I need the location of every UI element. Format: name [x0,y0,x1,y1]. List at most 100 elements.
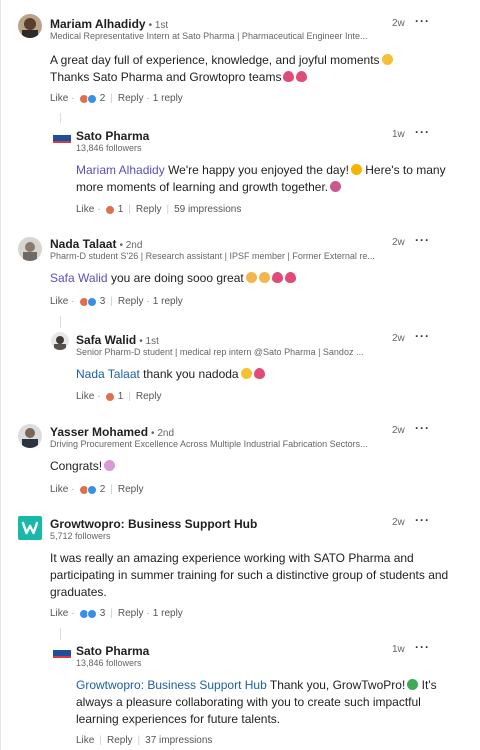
comment-actions: Like · 2 | Reply [50,484,144,495]
timestamp: 1w [392,129,405,140]
like-button[interactable]: Like [50,296,68,307]
comments-feed: Mariam Alhadidy • 1st Medical Representat… [0,0,480,750]
reactions-summary[interactable]: 1 [104,204,123,215]
timestamp: 2w [392,425,405,436]
commenter-name[interactable]: Sato Pharma [76,129,149,143]
commenter-name[interactable]: Sato Pharma [76,644,149,658]
heart-eyes-emoji-icon [283,71,295,82]
more-options-icon[interactable]: ··· [415,640,430,654]
impressions-link[interactable]: 37 impressions [145,735,212,746]
heart-emoji-icon [253,368,265,379]
heart-reaction-icon [104,391,115,402]
mention-link[interactable]: Growtwopro: Business Support Hub [76,678,267,692]
reactions-summary[interactable]: 3 [78,608,105,619]
comment-actions: Like · 3 | Reply · 1 reply [50,296,183,307]
heart-emoji-icon [271,272,283,283]
timestamp: 2w [392,237,405,248]
commenter-headline: Senior Pharm-D student | medical rep int… [76,347,364,357]
like-button[interactable]: Like [50,93,68,104]
commenter-name[interactable]: Mariam Alhadidy • 1st [50,17,168,31]
like-button[interactable]: Like [76,204,94,215]
more-options-icon[interactable]: ··· [415,513,430,527]
commenter-name[interactable]: Yasser Mohamed • 2nd [50,425,174,439]
smile-emoji-icon [381,54,393,65]
timestamp: 2w [392,517,405,528]
replies-link[interactable]: 1 reply [153,608,183,619]
green-heart-emoji-icon [407,679,419,690]
clap-emoji-icon [245,272,257,283]
sun-emoji-icon [350,164,362,175]
comment-text: Growtwopro: Business Support Hub Thank y… [76,678,437,726]
reactions-summary[interactable]: 2 [78,93,105,104]
avatar-mariam[interactable] [18,14,42,38]
like-reaction-icon [86,484,97,495]
thread-line [60,113,61,123]
avatar-safa-walid[interactable] [51,332,69,350]
commenter-headline: Driving Procurement Excellence Across Mu… [50,439,368,449]
thread-line [60,316,61,328]
more-options-icon[interactable]: ··· [415,329,430,343]
avatar-sato-pharma[interactable] [51,643,73,663]
like-button[interactable]: Like [50,608,68,619]
reactions-summary[interactable]: 2 [78,484,105,495]
comment-actions: Like · 2 | Reply · 1 reply [50,93,183,104]
comment-text: Mariam Alhadidy We're happy you enjoyed … [76,163,446,194]
comment-actions: Like · 1 | Reply | 59 impressions [76,204,242,215]
mention-link[interactable]: Nada Talaat [76,367,140,381]
mention-link[interactable]: Safa Walid [50,271,108,285]
like-button[interactable]: Like [50,484,68,495]
timestamp: 2w [392,333,405,344]
reply-button[interactable]: Reply [107,735,133,746]
more-options-icon[interactable]: ··· [415,125,430,139]
like-button[interactable]: Like [76,391,94,402]
clap-emoji-icon [258,272,270,283]
like-reaction-icon [86,93,97,104]
more-options-icon[interactable]: ··· [415,233,430,247]
follower-count: 13,846 followers [76,143,142,153]
mention-link[interactable]: Mariam Alhadidy [76,163,165,177]
comment-text: Nada Talaat thank you nadoda [76,366,446,383]
commenter-name[interactable]: Nada Talaat • 2nd [50,237,142,251]
avatar-yasser-mohamed[interactable] [18,424,42,448]
avatar-growtwopro[interactable] [18,516,42,540]
like-reaction-icon [86,296,97,307]
comment-actions: Like · 1 | Reply [76,391,162,402]
comment-actions: Like · 3 | Reply · 1 reply [50,608,183,619]
follower-count: 5,712 followers [50,531,111,541]
heart-emoji-icon [296,71,308,82]
comment-actions: Like | Reply | 37 impressions [76,735,213,746]
reply-button[interactable]: Reply [118,296,144,307]
heart-emoji-icon [284,272,296,283]
replies-link[interactable]: 1 reply [153,93,183,104]
impressions-link[interactable]: 59 impressions [174,204,241,215]
commenter-headline: Pharm-D student S'26 | Research assistan… [50,251,375,261]
avatar-sato-pharma[interactable] [51,128,73,148]
replies-link[interactable]: 1 reply [153,296,183,307]
thread-line [60,628,61,640]
commenter-headline: Medical Representative Intern at Sato Ph… [50,31,368,41]
timestamp: 1w [392,644,405,655]
follower-count: 13,846 followers [76,658,142,668]
rocket-emoji-icon [330,181,342,192]
reply-button[interactable]: Reply [136,391,162,402]
comment-text: It was really an amazing experience work… [50,551,449,599]
like-reaction-icon [86,608,97,619]
commenter-name[interactable]: Growtwopro: Business Support Hub [50,517,257,531]
comment-text: Congrats! [50,458,450,475]
reactions-summary[interactable]: 1 [104,391,123,402]
reply-button[interactable]: Reply [136,204,162,215]
timestamp: 2w [392,18,405,29]
commenter-name[interactable]: Safa Walid • 1st [76,333,159,347]
comment-text: A great day full of experience, knowledg… [50,52,450,86]
more-options-icon[interactable]: ··· [415,14,430,28]
party-popper-emoji-icon [104,460,116,471]
reactions-summary[interactable]: 3 [78,296,105,307]
reply-button[interactable]: Reply [118,93,144,104]
reply-button[interactable]: Reply [118,608,144,619]
like-button[interactable]: Like [76,735,94,746]
heart-reaction-icon [104,204,115,215]
more-options-icon[interactable]: ··· [415,421,430,435]
reply-button[interactable]: Reply [118,484,144,495]
avatar-nada-talaat[interactable] [18,237,42,261]
comment-text: Safa Walid you are doing sooo great [50,270,450,287]
